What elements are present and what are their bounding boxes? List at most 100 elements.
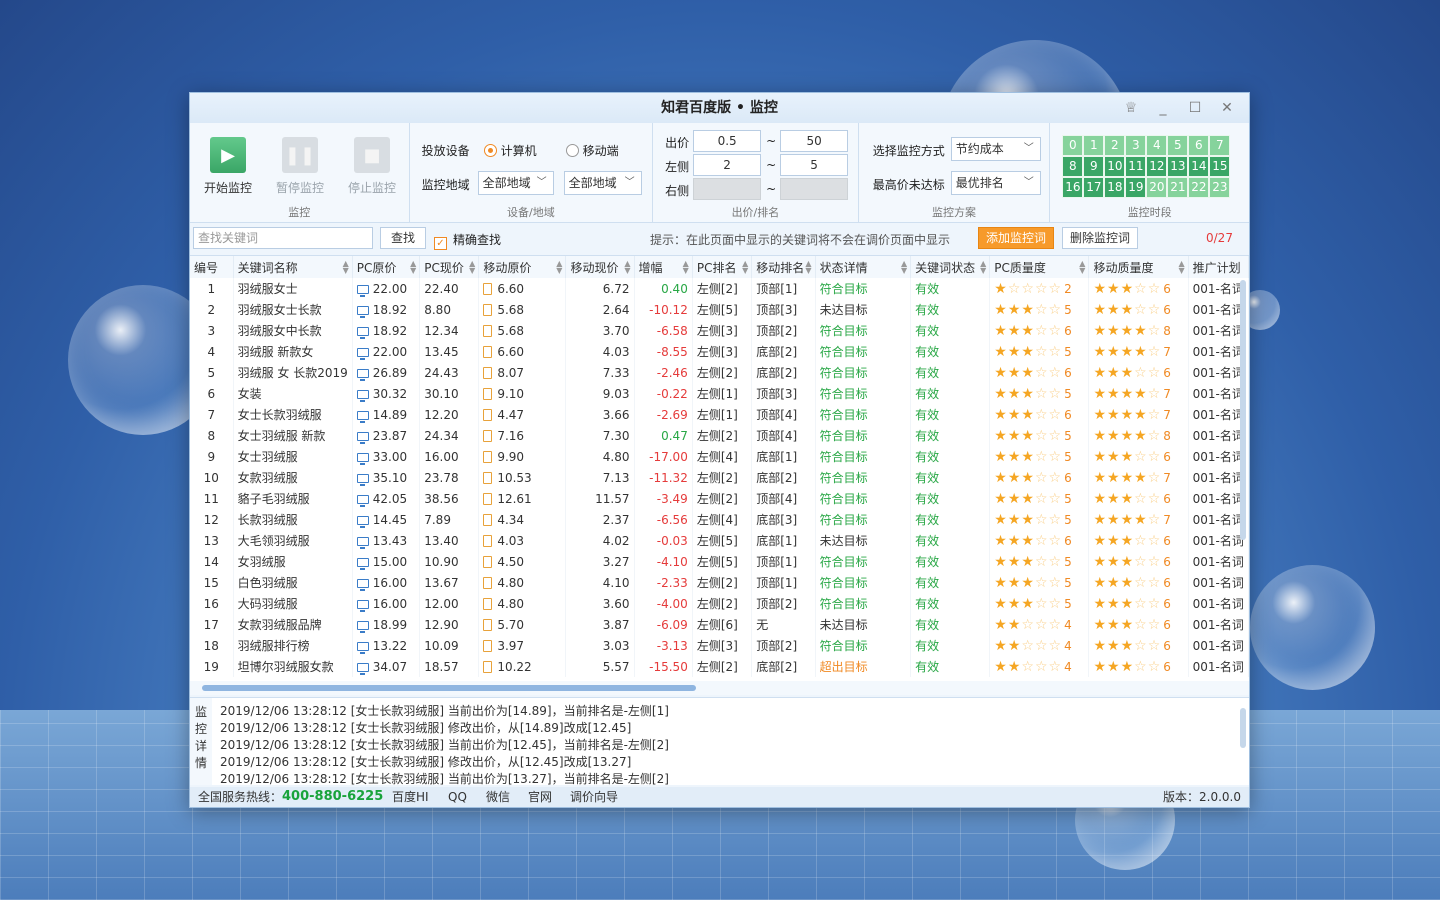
- vertical-scrollbar[interactable]: [1240, 280, 1246, 540]
- hour-cell[interactable]: 20: [1146, 177, 1168, 198]
- hour-cell[interactable]: 12: [1146, 156, 1168, 177]
- start-monitor-button[interactable]: ▶ 开始监控: [198, 137, 258, 196]
- hour-cell[interactable]: 8: [1062, 156, 1084, 177]
- table-row[interactable]: 14 女羽绒服 15.00 10.90 4.50 3.27 -4.10 左侧[5] 顶部[1] 符…: [190, 551, 1249, 572]
- column-header[interactable]: 移动原价 ▲ ▼: [478, 256, 567, 278]
- table-row[interactable]: 1 羽绒服女士 22.00 22.40 6.60 6.72 0.40 左侧[2] 顶部[1] 符合…: [190, 278, 1249, 299]
- column-header[interactable]: PC现价 ▲ ▼: [419, 256, 480, 278]
- hour-cell[interactable]: 13: [1167, 156, 1189, 177]
- column-header[interactable]: PC原价 ▲ ▼: [352, 256, 421, 278]
- column-header[interactable]: PC排名 ▲ ▼: [692, 256, 753, 278]
- link-website[interactable]: 官网: [528, 787, 552, 807]
- region-select-2[interactable]: 全部地域 ﹀: [563, 171, 642, 195]
- hour-cell[interactable]: 16: [1062, 177, 1084, 198]
- hour-cell[interactable]: 21: [1167, 177, 1189, 198]
- device-pc-radio[interactable]: 计算机: [483, 142, 537, 159]
- link-bid-wizard[interactable]: 调价向导: [570, 787, 618, 807]
- hour-cell[interactable]: 9: [1083, 156, 1105, 177]
- pc-original-price: 35.10: [352, 467, 421, 488]
- group-caption: 监控方案: [932, 206, 977, 219]
- table-row[interactable]: 13 大毛领羽绒服 13.43 13.40 4.03 4.02 -0.03 左侧[5] 底部[1…: [190, 530, 1249, 551]
- table-row[interactable]: 9 女士羽绒服 33.00 16.00 9.90 4.80 -17.00 左侧[4] 底部[1]…: [190, 446, 1249, 467]
- scroll-thumb[interactable]: [202, 685, 696, 691]
- region-select-1[interactable]: 全部地域 ﹀: [477, 171, 554, 195]
- fail-select[interactable]: 最优排名 ﹀: [950, 171, 1041, 195]
- column-header[interactable]: 增幅 ▲ ▼: [634, 256, 693, 278]
- hour-cell[interactable]: 4: [1146, 135, 1168, 156]
- find-button[interactable]: 查找: [380, 227, 426, 249]
- pc-current-price: 23.78: [419, 467, 480, 488]
- hour-cell[interactable]: 19: [1125, 177, 1147, 198]
- add-keyword-button[interactable]: 添加监控词: [978, 227, 1054, 249]
- hour-cell[interactable]: 23: [1209, 177, 1231, 198]
- table-row[interactable]: 2 羽绒服女士长款 18.92 8.80 5.68 2.64 -10.12 左侧[5] 顶部[3…: [190, 299, 1249, 320]
- maximize-icon[interactable]: ☐: [1179, 93, 1211, 123]
- column-header[interactable]: 状态详情 ▲ ▼: [815, 256, 912, 278]
- column-header[interactable]: 编号: [190, 256, 234, 278]
- column-header[interactable]: 关键词名称 ▲ ▼: [233, 256, 353, 278]
- table-row[interactable]: 16 大码羽绒服 16.00 12.00 4.80 3.60 -4.00 左侧[2] 顶部[2]…: [190, 593, 1249, 614]
- hour-cell[interactable]: 6: [1188, 135, 1210, 156]
- hour-cell[interactable]: 14: [1188, 156, 1210, 177]
- table-row[interactable]: 18 羽绒服排行榜 13.22 10.09 3.97 3.03 -3.13 左侧[3] 顶部[2…: [190, 635, 1249, 656]
- hour-cell[interactable]: 15: [1209, 156, 1231, 177]
- column-header[interactable]: 关键词状态 ▲ ▼: [910, 256, 991, 278]
- exact-search-checkbox[interactable]: ✓ 精确查找: [434, 231, 501, 250]
- hour-cell[interactable]: 11: [1125, 156, 1147, 177]
- star-icon: ☆: [1147, 574, 1162, 591]
- minimize-icon[interactable]: _: [1147, 93, 1179, 123]
- delete-keyword-button[interactable]: 删除监控词: [1062, 227, 1138, 249]
- horizontal-scrollbar[interactable]: [190, 681, 1249, 695]
- star-icon: ☆: [1134, 595, 1148, 612]
- tilde: ~: [766, 158, 777, 172]
- star-icon: ★: [1120, 364, 1135, 381]
- pc-quality: ★★★☆☆ 5: [989, 551, 1090, 572]
- link-wechat[interactable]: 微信: [486, 787, 510, 807]
- hour-cell[interactable]: 7: [1209, 135, 1231, 156]
- hour-cell[interactable]: 18: [1104, 177, 1126, 198]
- mode-select[interactable]: 节约成本 ﹀: [950, 137, 1041, 161]
- table-row[interactable]: 3 羽绒服女中长款 18.92 12.34 5.68 3.70 -6.58 左侧[3] 顶部[2…: [190, 320, 1249, 341]
- column-header[interactable]: 移动排名 ▲ ▼: [751, 256, 816, 278]
- link-baiduhi[interactable]: 百度HI: [392, 787, 429, 807]
- hour-cell[interactable]: 5: [1167, 135, 1189, 156]
- table-row[interactable]: 8 女士羽绒服 新款 23.87 24.34 7.16 7.30 0.47 左侧[2] 顶部[4…: [190, 425, 1249, 446]
- column-header[interactable]: PC质量度 ▲ ▼: [989, 256, 1090, 278]
- hour-cell[interactable]: 3: [1125, 135, 1147, 156]
- skin-icon[interactable]: ♕: [1115, 93, 1147, 123]
- keyword-status: 有效: [910, 614, 991, 635]
- table-row[interactable]: 6 女装 30.32 30.10 9.10 9.03 -0.22 左侧[1] 顶部[3] 符合目标…: [190, 383, 1249, 404]
- bid-min-input[interactable]: 0.5: [693, 130, 762, 152]
- table-row[interactable]: 19 坦博尔羽绒服女款 34.07 18.57 10.22 5.57 -15.50 左侧[2]…: [190, 656, 1249, 677]
- hour-cell[interactable]: 2: [1104, 135, 1126, 156]
- pc-quality: ★★★☆☆ 5: [989, 425, 1090, 446]
- keyword-search-input[interactable]: 查找关键词: [193, 227, 373, 249]
- table-row[interactable]: 5 羽绒服 女 长款2019 26.89 24.43 8.07 7.33 -2.46 左侧[2…: [190, 362, 1249, 383]
- table-row[interactable]: 15 白色羽绒服 16.00 13.67 4.80 4.10 -2.33 左侧[2] 顶部[1]…: [190, 572, 1249, 593]
- stop-monitor-button[interactable]: ■ 停止监控: [342, 137, 402, 196]
- table-row[interactable]: 4 羽绒服 新款女 22.00 13.45 6.60 4.03 -8.55 左侧[3] 底部[2…: [190, 341, 1249, 362]
- column-header[interactable]: 推广计划: [1188, 256, 1249, 278]
- hour-cell[interactable]: 22: [1188, 177, 1210, 198]
- hour-cell[interactable]: 0: [1062, 135, 1084, 156]
- pause-monitor-button[interactable]: ❚❚ 暂停监控: [270, 137, 330, 196]
- table-row[interactable]: 11 貉子毛羽绒服 42.05 38.56 12.61 11.57 -3.49 左侧[2] 顶部…: [190, 488, 1249, 509]
- close-icon[interactable]: ✕: [1211, 93, 1243, 123]
- keyword-name: 女款羽绒服品牌: [233, 614, 353, 635]
- hour-cell[interactable]: 17: [1083, 177, 1105, 198]
- hour-cell[interactable]: 1: [1083, 135, 1105, 156]
- link-qq[interactable]: QQ: [448, 787, 467, 807]
- log-scrollbar[interactable]: [1240, 708, 1246, 748]
- column-header[interactable]: 移动现价 ▲ ▼: [565, 256, 635, 278]
- device-mobile-radio[interactable]: 移动端: [565, 142, 619, 159]
- hour-cell[interactable]: 10: [1104, 156, 1126, 177]
- column-header[interactable]: 移动质量度 ▲ ▼: [1088, 256, 1189, 278]
- mobile-icon: [483, 429, 493, 442]
- left-max-input[interactable]: 5: [780, 154, 849, 176]
- table-row[interactable]: 12 长款羽绒服 14.45 7.89 4.34 2.37 -6.56 左侧[4] 底部[3] 符…: [190, 509, 1249, 530]
- table-row[interactable]: 17 女款羽绒服品牌 18.99 12.90 5.70 3.87 -6.09 左侧[6] 无未达…: [190, 614, 1249, 635]
- table-row[interactable]: 10 女款羽绒服 35.10 23.78 10.53 7.13 -11.32 左侧[2] 底部[…: [190, 467, 1249, 488]
- left-min-input[interactable]: 2: [693, 154, 762, 176]
- table-row[interactable]: 7 女士长款羽绒服 14.89 12.20 4.47 3.66 -2.69 左侧[1] 顶部[4…: [190, 404, 1249, 425]
- bid-max-input[interactable]: 50: [780, 130, 849, 152]
